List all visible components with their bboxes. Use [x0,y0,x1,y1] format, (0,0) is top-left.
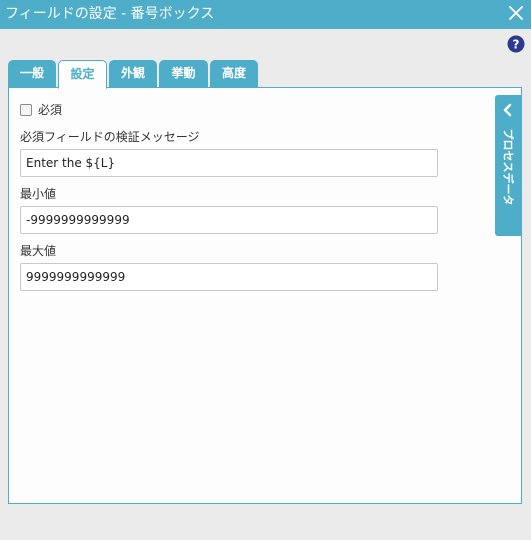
process-data-tab[interactable]: プロセスデータ [495,95,521,236]
title-bar: フィールドの設定 - 番号ボックス [0,0,531,29]
required-label: 必須 [38,103,63,117]
max-value-label: 最大値 [20,244,57,258]
tab-advanced[interactable]: 高度 [210,60,258,88]
max-value-input[interactable]: 9999999999999 [20,263,438,291]
tab-settings[interactable]: 設定 [58,60,107,89]
tab-general[interactable]: 一般 [8,60,56,88]
settings-panel: 必須 必須フィールドの検証メッセージ Enter the ${L} 最小値 -9… [8,87,522,504]
tab-behavior[interactable]: 挙動 [159,60,208,88]
tab-appearance[interactable]: 外観 [109,60,157,88]
svg-text:?: ? [513,38,520,52]
close-icon[interactable] [507,4,525,22]
min-value-label: 最小値 [20,187,57,201]
required-checkbox[interactable] [20,104,32,116]
validation-message-input[interactable]: Enter the ${L} [20,149,438,177]
process-data-label: プロセスデータ [501,128,515,206]
min-value-input[interactable]: -9999999999999 [20,206,438,234]
validation-message-label: 必須フィールドの検証メッセージ [20,130,200,144]
help-icon[interactable]: ? [507,35,525,53]
window-title: フィールドの設定 - 番号ボックス [5,6,215,22]
chevron-left-icon [503,103,512,117]
